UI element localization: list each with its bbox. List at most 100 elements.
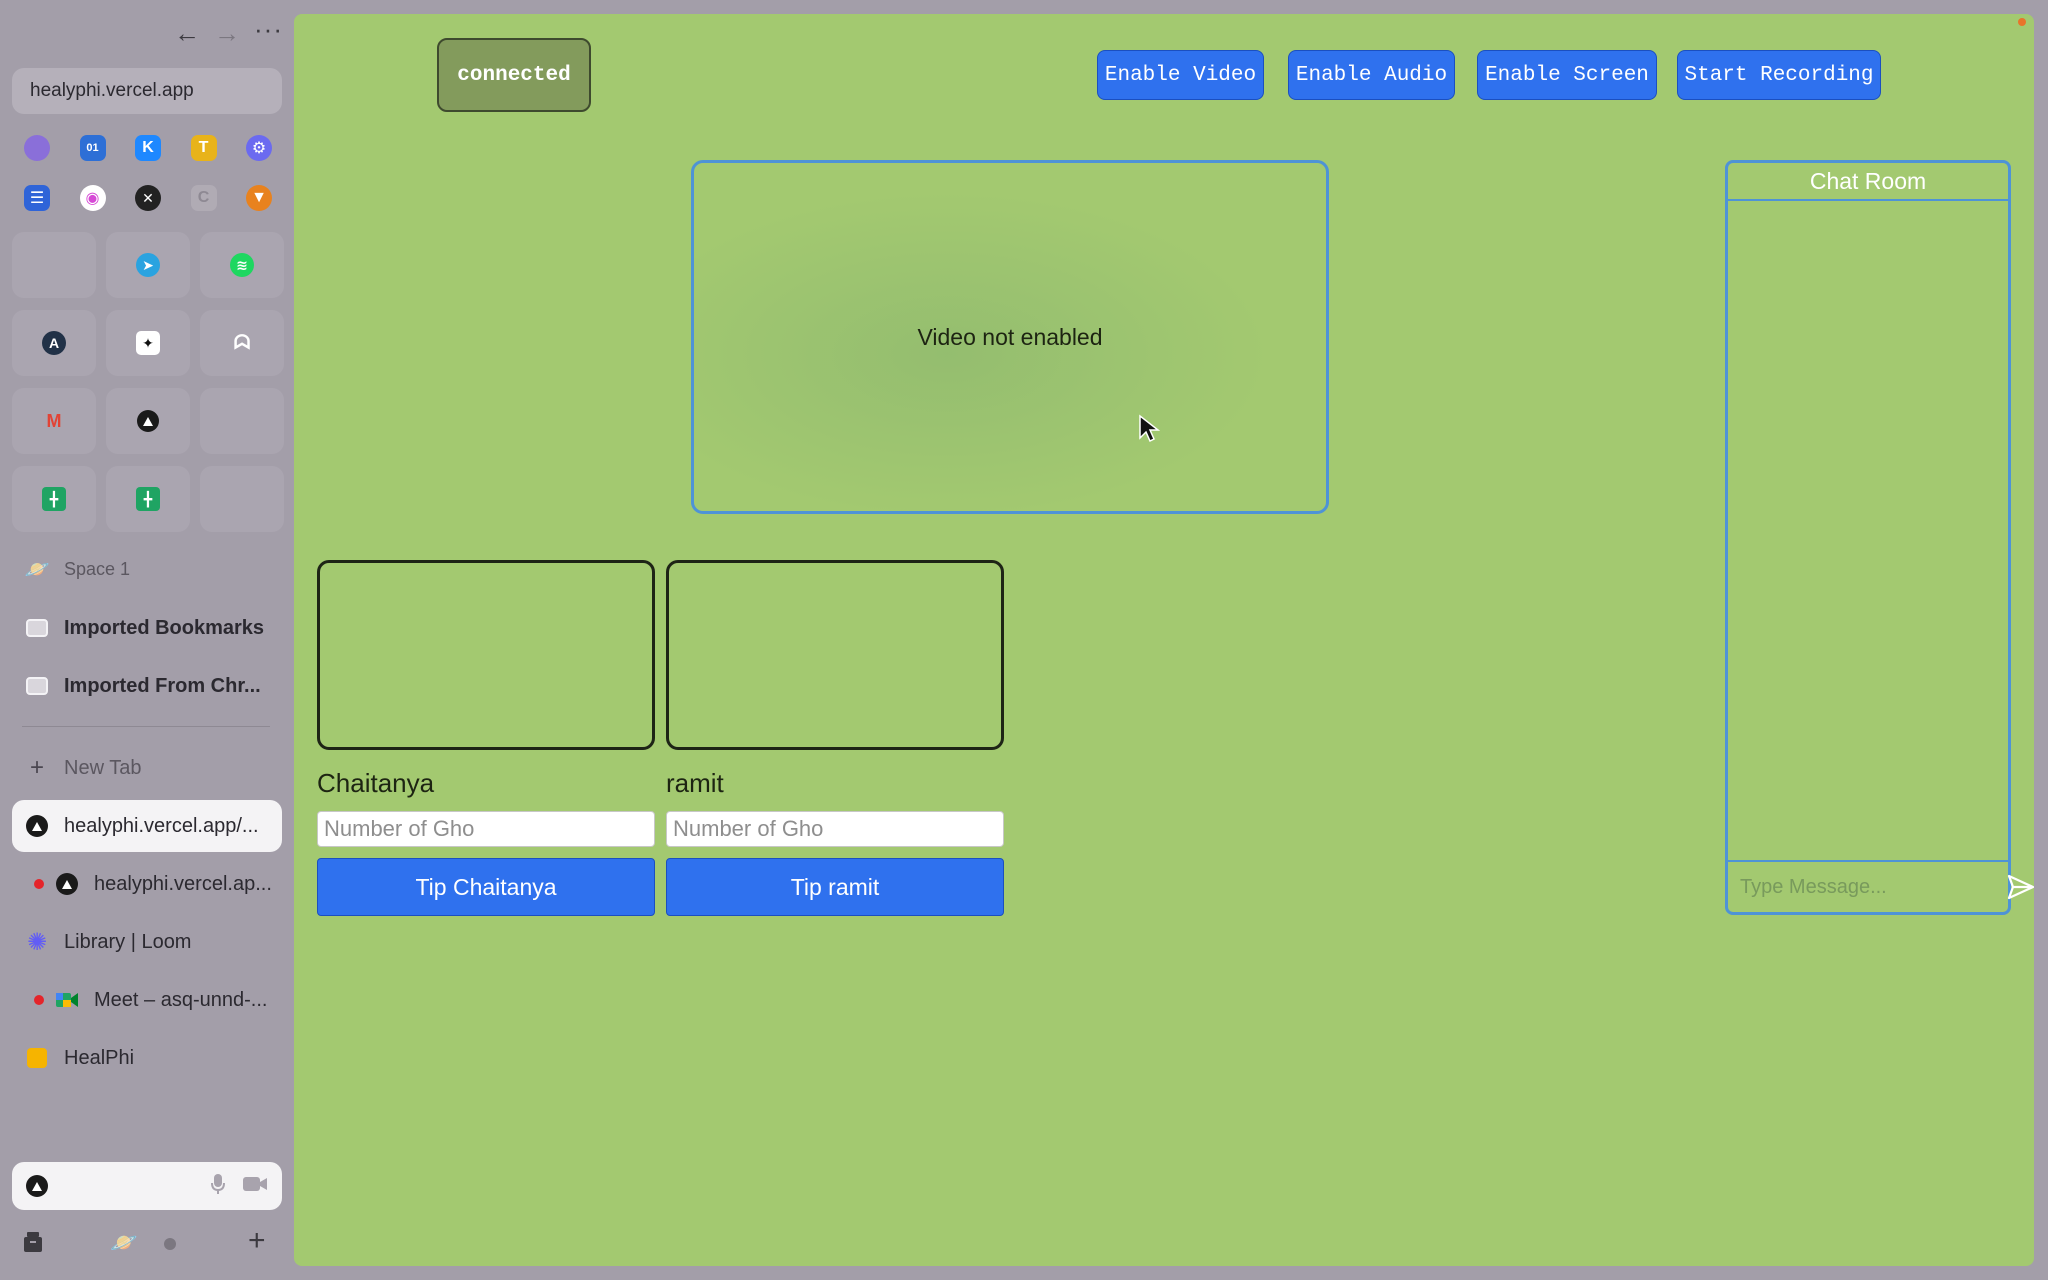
- planet-icon: 🪐: [24, 558, 50, 581]
- google-meet-icon: [54, 987, 80, 1013]
- spotify-icon: ≋: [230, 253, 254, 277]
- new-tab-label: New Tab: [64, 756, 142, 779]
- folder-imported-bookmarks[interactable]: Imported Bookmarks: [12, 602, 282, 654]
- url-bar[interactable]: healyphi.vercel.app: [12, 68, 282, 114]
- sheets-icon: ╋: [136, 487, 160, 511]
- enable-audio-button[interactable]: Enable Audio: [1288, 50, 1455, 100]
- connection-status-button[interactable]: connected: [437, 38, 591, 112]
- video-placeholder-text: Video not enabled: [917, 323, 1103, 350]
- microphone-icon[interactable]: [210, 1173, 226, 1200]
- peer-video-chaitanya: [317, 560, 655, 750]
- favorites-row-1: 01 K T ⚙: [12, 126, 284, 170]
- tab-healphi[interactable]: HealPhi: [12, 1032, 282, 1084]
- favorite-c-app[interactable]: C: [179, 176, 229, 220]
- chat-room-title: Chat Room: [1728, 163, 2008, 201]
- favorite-arc[interactable]: ◉: [68, 176, 118, 220]
- pinned-tile-arbitrum[interactable]: A: [12, 310, 96, 376]
- tip-chaitanya-button[interactable]: Tip Chaitanya: [317, 858, 655, 916]
- chat-message-list[interactable]: [1728, 201, 2008, 863]
- space-dot-icon[interactable]: [164, 1238, 176, 1250]
- chat-message-input[interactable]: [1738, 874, 2007, 900]
- pinned-tile-sheets-2[interactable]: ╋: [106, 466, 190, 532]
- sparkle-icon: ✦: [136, 331, 160, 355]
- favorite-k-app[interactable]: K: [123, 126, 173, 170]
- back-arrow-icon[interactable]: ←: [174, 20, 200, 46]
- media-control-bar[interactable]: [12, 1162, 282, 1210]
- recording-dot-icon: [34, 879, 44, 889]
- space-name: Space 1: [64, 558, 131, 579]
- folder-icon: [26, 677, 48, 695]
- space-label[interactable]: 🪐 Space 1: [12, 543, 282, 595]
- add-space-icon[interactable]: +: [248, 1224, 266, 1258]
- favorite-outlook[interactable]: 01: [68, 126, 118, 170]
- octopus-icon: ᗣ: [233, 331, 251, 354]
- gmail-icon: M: [46, 410, 62, 431]
- browser-sidebar: ← → ··· healyphi.vercel.app 01 K T ⚙ ☰ ◉…: [0, 0, 294, 1280]
- space-switcher-icon[interactable]: 🪐: [110, 1230, 137, 1256]
- tab-healyphi-2[interactable]: healyphi.vercel.ap...: [12, 858, 282, 910]
- favorite-gear-app[interactable]: ⚙: [234, 126, 284, 170]
- folder-label: Imported Bookmarks: [64, 616, 265, 639]
- folder-label: Imported From Chr...: [64, 674, 261, 697]
- chat-room-panel: Chat Room: [1725, 160, 2034, 915]
- archive-icon[interactable]: [22, 1230, 44, 1261]
- plus-icon: +: [29, 754, 44, 781]
- pinned-tile-octopus[interactable]: ᗣ: [200, 310, 284, 376]
- vercel-icon: [26, 815, 48, 837]
- tab-label: Library | Loom: [64, 930, 192, 953]
- vercel-icon: [137, 410, 159, 432]
- pinned-tile-empty[interactable]: [200, 466, 284, 532]
- gho-amount-input[interactable]: [666, 811, 1004, 847]
- mouse-cursor-icon: [1139, 414, 1160, 443]
- app-viewport: connected Enable Video Enable Audio Enab…: [294, 14, 2034, 1266]
- camera-icon[interactable]: [242, 1175, 268, 1198]
- tab-healyphi-active[interactable]: healyphi.vercel.app/...: [12, 800, 282, 852]
- favorite-x-app[interactable]: ✕: [123, 176, 173, 220]
- folder-icon: [26, 619, 48, 637]
- gear-app-icon: ⚙: [246, 135, 272, 161]
- tab-label: healyphi.vercel.app/...: [64, 814, 259, 837]
- tab-label: HealPhi: [64, 1046, 135, 1069]
- main-video-panel: Video not enabled: [691, 160, 1329, 514]
- pinned-tile-telegram[interactable]: ➤: [106, 232, 190, 298]
- folder-imported-from-chrome[interactable]: Imported From Chr...: [12, 660, 282, 712]
- favorite-hammer[interactable]: T: [179, 126, 229, 170]
- chat-input-bar: [1728, 860, 2034, 912]
- hammer-icon: T: [190, 135, 217, 161]
- tab-label: healyphi.vercel.ap...: [94, 872, 272, 895]
- favorite-calendar[interactable]: ☰: [12, 176, 62, 220]
- start-recording-button[interactable]: Start Recording: [1677, 50, 1881, 100]
- pinned-tile-empty[interactable]: [12, 232, 96, 298]
- c-app-icon: C: [190, 185, 217, 211]
- send-icon[interactable]: [2007, 871, 2034, 903]
- new-tab-button[interactable]: + New Tab: [12, 742, 282, 794]
- pinned-tiles-row-1: ➤ ≋: [12, 232, 284, 298]
- gho-amount-input[interactable]: [317, 811, 655, 847]
- vercel-icon: [26, 1175, 48, 1197]
- pinned-tile-vercel[interactable]: [106, 388, 190, 454]
- arbitrum-icon: A: [42, 331, 66, 355]
- calendar-icon: ☰: [24, 185, 50, 211]
- more-options-icon[interactable]: ···: [254, 16, 283, 42]
- outlook-icon: 01: [79, 135, 106, 161]
- forward-arrow-icon[interactable]: →: [214, 20, 240, 46]
- x-app-icon: ✕: [135, 185, 161, 211]
- loom-icon: ✺: [26, 928, 48, 956]
- pinned-tile-sheets[interactable]: ╋: [12, 466, 96, 532]
- favorite-lens[interactable]: [12, 126, 62, 170]
- pinned-tile-spotify[interactable]: ≋: [200, 232, 284, 298]
- telegram-icon: ➤: [136, 253, 160, 277]
- pinned-tile-empty[interactable]: [200, 388, 284, 454]
- pinned-tile-sparkle[interactable]: ✦: [106, 310, 190, 376]
- metamask-icon: ▼: [246, 185, 272, 211]
- pinned-tile-gmail[interactable]: M: [12, 388, 96, 454]
- enable-screen-button[interactable]: Enable Screen: [1477, 50, 1657, 100]
- vercel-icon: [56, 873, 78, 895]
- favorite-metamask[interactable]: ▼: [234, 176, 284, 220]
- enable-video-button[interactable]: Enable Video: [1097, 50, 1264, 100]
- tab-loom[interactable]: ✺ Library | Loom: [12, 916, 282, 968]
- arc-icon: ◉: [79, 185, 106, 211]
- tip-ramit-button[interactable]: Tip ramit: [666, 858, 1004, 916]
- favorites-row-2: ☰ ◉ ✕ C ▼: [12, 176, 284, 220]
- tab-meet[interactable]: Meet – asq-unnd-...: [12, 974, 282, 1026]
